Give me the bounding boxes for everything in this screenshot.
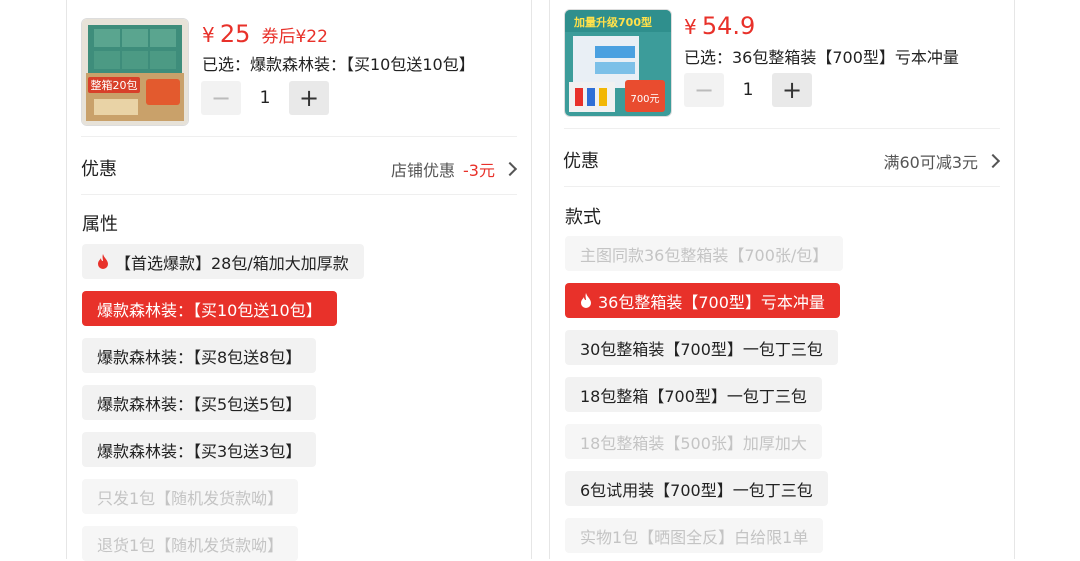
quantity-value[interactable]: 1 (724, 80, 772, 100)
option-label: 18包整箱【700型】一包丁三包 (580, 386, 807, 406)
selected-sku-text: 已选：36包整箱装【700型】亏本冲量 (684, 48, 959, 67)
product-thumbnail: 加量升级700型 700元 (564, 9, 672, 117)
chevron-right-icon (502, 161, 518, 177)
option-label: 6包试用装【700型】一包丁三包 (580, 480, 813, 500)
price-symbol: ¥ (684, 15, 697, 39)
product-thumbnail: 整箱20包 (81, 18, 189, 126)
option-chip[interactable]: 爆款森林装：【买5包送5包】 (82, 385, 317, 420)
price-value: 54.9 (701, 12, 756, 40)
style-label: 款式 (565, 207, 601, 228)
option-chip-disabled: 18包整箱装【500张】加厚加大 (565, 424, 822, 459)
option-chip[interactable]: 爆款森林装：【买3包送3包】 (82, 432, 317, 467)
option-label: 爆款森林装：【买3包送3包】 (97, 441, 302, 461)
option-label: 36包整箱装【700型】亏本冲量 (598, 292, 825, 312)
discount-amount: -3元 (463, 161, 495, 180)
discount-label: 优惠 (81, 159, 117, 180)
quantity-value[interactable]: 1 (241, 88, 289, 108)
option-chip-disabled: 实物1包【晒图全反】白给限1单 (565, 518, 824, 553)
thumbnail-title: 加量升级700型 (573, 15, 652, 29)
option-chip-disabled: 主图同款36包整箱装【700张/包】 (565, 236, 844, 271)
option-label: 只发1包【随机发货款呦】 (97, 488, 284, 508)
quantity-stepper: − 1 + (684, 73, 812, 107)
attribute-label: 属性 (82, 214, 118, 235)
price-symbol: ¥ (202, 23, 215, 47)
sku-panel-left: 整箱20包 ¥ 25 券后¥22 已选：爆款森林装：【买10包送10包】 − 1… (66, 0, 532, 561)
option-label: 退货1包【随机发货款呦】 (97, 535, 284, 555)
option-label: 【首选爆款】28包/箱加大加厚款 (115, 253, 349, 273)
discount-value: 满60可减3元 (883, 153, 978, 172)
divider (564, 128, 1000, 129)
option-chip-disabled: 退货1包【随机发货款呦】 (82, 526, 299, 561)
option-label: 主图同款36包整箱装【700张/包】 (580, 245, 829, 265)
option-label: 18包整箱装【500张】加厚加大 (580, 433, 807, 453)
option-label: 30包整箱装【700型】一包丁三包 (580, 339, 823, 359)
discount-row[interactable]: 店铺优惠 -3元 (391, 157, 518, 181)
option-chip-selected[interactable]: 36包整箱装【700型】亏本冲量 (565, 283, 840, 318)
option-chip[interactable]: 爆款森林装：【买8包送8包】 (82, 338, 317, 373)
sku-panel-right: 加量升级700型 700元 ¥ 54.9 已选：36包整箱装【700型】亏本冲量… (549, 0, 1015, 559)
option-label: 爆款森林装：【买8包送8包】 (97, 347, 302, 367)
thumbnail-label: 整箱20包 (91, 78, 138, 92)
quantity-minus-button[interactable]: − (201, 81, 241, 115)
thumbnail-badge: 700元 (630, 94, 659, 105)
product-price: ¥ 54.9 (684, 12, 755, 40)
product-price: ¥ 25 券后¥22 (202, 20, 328, 48)
discount-label: 优惠 (563, 151, 599, 172)
divider (81, 194, 517, 195)
discount-value: 店铺优惠 (391, 161, 456, 180)
option-chip[interactable]: 6包试用装【700型】一包丁三包 (565, 471, 828, 506)
option-chip[interactable]: 【首选爆款】28包/箱加大加厚款 (82, 244, 364, 279)
divider (564, 186, 1000, 187)
quantity-plus-button[interactable]: + (772, 73, 812, 107)
option-label: 爆款森林装：【买5包送5包】 (97, 394, 302, 414)
divider (81, 136, 517, 137)
coupon-price: 券后¥22 (261, 27, 328, 47)
option-chip[interactable]: 30包整箱装【700型】一包丁三包 (565, 330, 838, 365)
flame-icon (581, 293, 591, 308)
option-label: 实物1包【晒图全反】白给限1单 (580, 527, 809, 547)
selected-sku-text: 已选：爆款森林装：【买10包送10包】 (202, 55, 475, 74)
quantity-minus-button[interactable]: − (684, 73, 724, 107)
option-chip-selected[interactable]: 爆款森林装：【买10包送10包】 (82, 291, 337, 326)
chevron-right-icon (985, 153, 1001, 169)
quantity-stepper: − 1 + (201, 81, 329, 115)
option-label: 爆款森林装：【买10包送10包】 (97, 300, 322, 320)
flame-icon (98, 254, 108, 269)
discount-row[interactable]: 满60可减3元 (883, 149, 1001, 173)
option-chip-disabled: 只发1包【随机发货款呦】 (82, 479, 299, 514)
price-value: 25 (219, 20, 251, 48)
quantity-plus-button[interactable]: + (289, 81, 329, 115)
option-chip[interactable]: 18包整箱【700型】一包丁三包 (565, 377, 822, 412)
